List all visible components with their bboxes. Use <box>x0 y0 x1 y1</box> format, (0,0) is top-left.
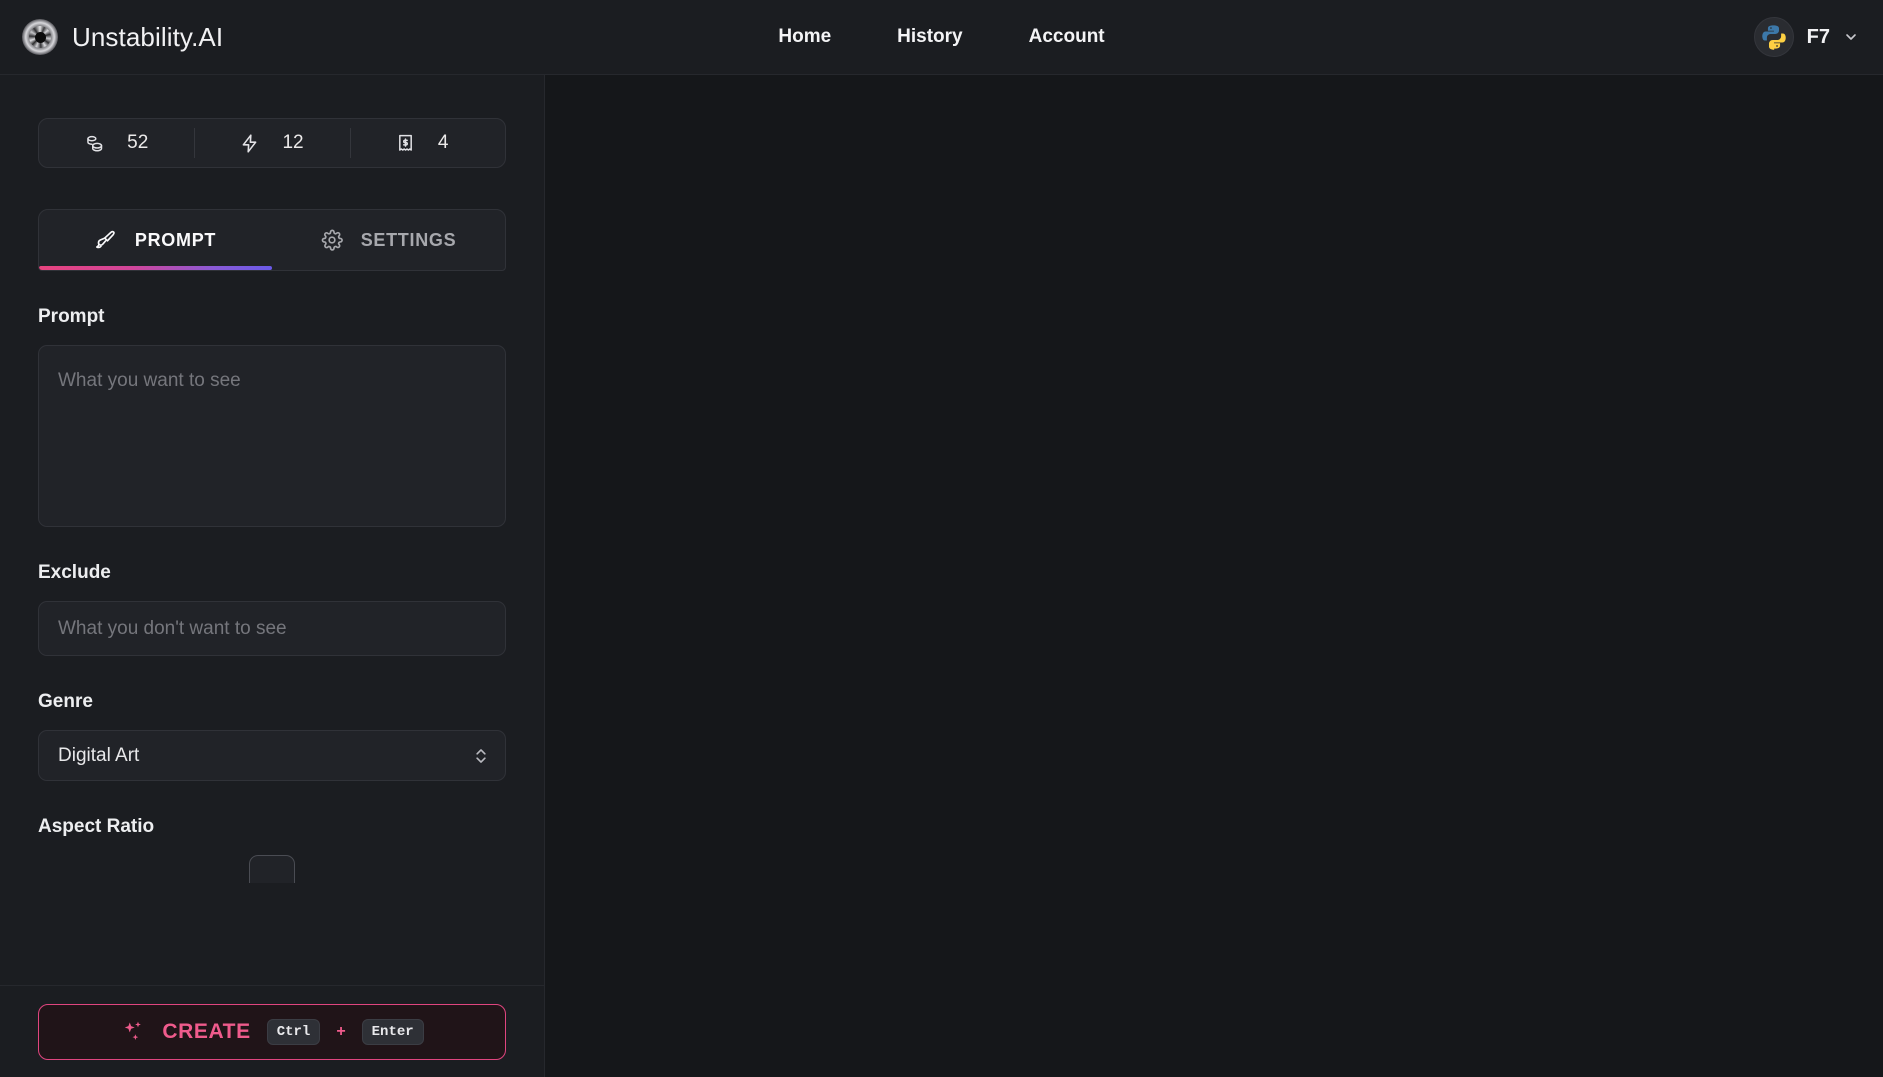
stat-receipts-value: 4 <box>437 132 449 153</box>
main-navigation: Home History Account <box>778 26 1104 48</box>
aspect-ratio-field-label: Aspect Ratio <box>38 816 155 837</box>
create-button[interactable]: CREATE Ctrl + Enter <box>38 1003 506 1060</box>
kbd-enter: Enter <box>361 1018 424 1045</box>
tab-prompt-label: PROMPT <box>134 229 217 250</box>
page-body: 52 12 4 PROMPT SETTINGS Prompt What you … <box>0 75 1883 1077</box>
tab-settings-label: SETTINGS <box>360 229 457 250</box>
spiral-shutter-logo-icon <box>22 19 58 55</box>
image-canvas-area[interactable] <box>545 75 1883 1077</box>
create-button-label: CREATE <box>162 1019 251 1043</box>
aspect-ratio-option[interactable] <box>249 855 295 883</box>
user-name: F7 <box>1806 25 1830 48</box>
gear-icon <box>321 229 343 251</box>
sparkles-icon <box>120 1019 146 1045</box>
lightning-bolt-icon <box>239 133 260 154</box>
exclude-field-label: Exclude <box>38 562 111 583</box>
sidebar-scroll-area[interactable]: 52 12 4 PROMPT SETTINGS Prompt What you … <box>0 75 544 985</box>
panel-tabs: PROMPT SETTINGS <box>38 209 506 271</box>
prompt-input[interactable] <box>38 345 506 527</box>
brand-name: Unstability.AI <box>72 21 224 52</box>
brand-logo-link[interactable]: Unstability.AI <box>22 19 223 55</box>
receipt-dollar-icon <box>395 133 416 154</box>
kbd-plus: + <box>336 1022 346 1040</box>
kbd-ctrl: Ctrl <box>266 1018 321 1045</box>
credits-stats-bar: 52 12 4 <box>38 118 506 168</box>
tab-prompt[interactable]: PROMPT <box>39 210 272 270</box>
genre-select-wrapper: Digital Art <box>38 730 506 781</box>
nav-link-account[interactable]: Account <box>1029 26 1105 48</box>
stat-credits[interactable]: 52 <box>39 119 194 167</box>
genre-field-label: Genre <box>38 691 93 712</box>
python-logo-icon <box>1761 25 1786 50</box>
coins-stack-icon <box>84 133 105 154</box>
stat-boosts-value: 12 <box>282 132 304 153</box>
nav-link-home[interactable]: Home <box>778 26 831 48</box>
nav-link-history[interactable]: History <box>897 26 962 48</box>
chevron-down-icon[interactable] <box>1843 29 1859 45</box>
tab-settings[interactable]: SETTINGS <box>272 210 505 270</box>
avatar <box>1753 17 1794 57</box>
stat-boosts[interactable]: 12 <box>194 119 349 167</box>
exclude-input[interactable] <box>38 601 506 656</box>
top-navigation-bar: Unstability.AI Home History Account F7 <box>0 0 1883 75</box>
user-menu-button[interactable]: F7 <box>1753 17 1859 57</box>
stat-receipts[interactable]: 4 <box>349 119 505 167</box>
create-action-bar: CREATE Ctrl + Enter <box>0 985 544 1077</box>
paintbrush-icon <box>95 229 117 251</box>
prompt-form: Prompt Exclude Genre Digital Art Aspect … <box>0 306 544 883</box>
aspect-ratio-options <box>38 855 506 883</box>
genre-select[interactable]: Digital Art <box>38 730 506 781</box>
stat-credits-value: 52 <box>127 132 149 153</box>
prompt-field-label: Prompt <box>38 306 105 327</box>
left-sidebar-panel: 52 12 4 PROMPT SETTINGS Prompt What you … <box>0 75 545 1077</box>
